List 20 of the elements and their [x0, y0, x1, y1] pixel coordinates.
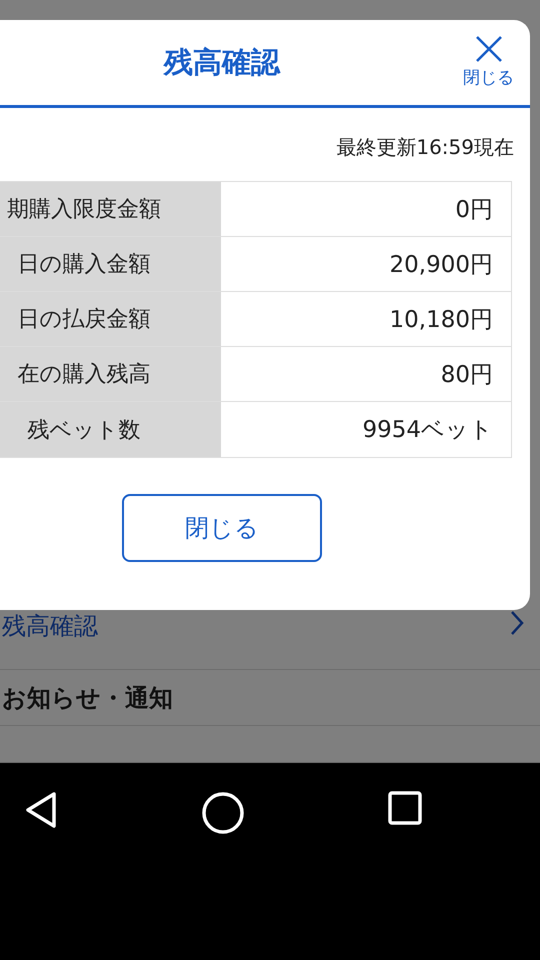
section-header: お知らせ・通知: [0, 670, 540, 726]
table-cell: 残ベット数: [0, 402, 223, 457]
table-cell-text: 80円: [440, 360, 494, 390]
dialog-title: 残高確認: [164, 44, 280, 80]
home-icon[interactable]: [201, 791, 245, 835]
recents-icon[interactable]: [388, 791, 422, 825]
chevron-right-icon: [510, 610, 524, 636]
table-cell: 在の購入残高: [0, 347, 223, 401]
table-cell-text: 9954ベット: [361, 416, 494, 445]
back-icon[interactable]: [24, 791, 58, 829]
close-button[interactable]: 閉じる: [463, 34, 514, 89]
table-cell: 期購入限度金額: [0, 182, 223, 236]
table-cell-text: 0円: [454, 196, 494, 224]
table-cell: 日の購入金額: [0, 237, 223, 291]
table-cell-text: 20,900円: [388, 250, 494, 280]
updated-time: 最終更新16:59現在: [336, 134, 514, 161]
table-cell-text: 10,180円: [388, 306, 494, 334]
table-cell: 日の払戻金額: [0, 292, 223, 346]
close-button[interactable]: 閉じる: [122, 494, 322, 562]
close-icon: [474, 34, 504, 64]
